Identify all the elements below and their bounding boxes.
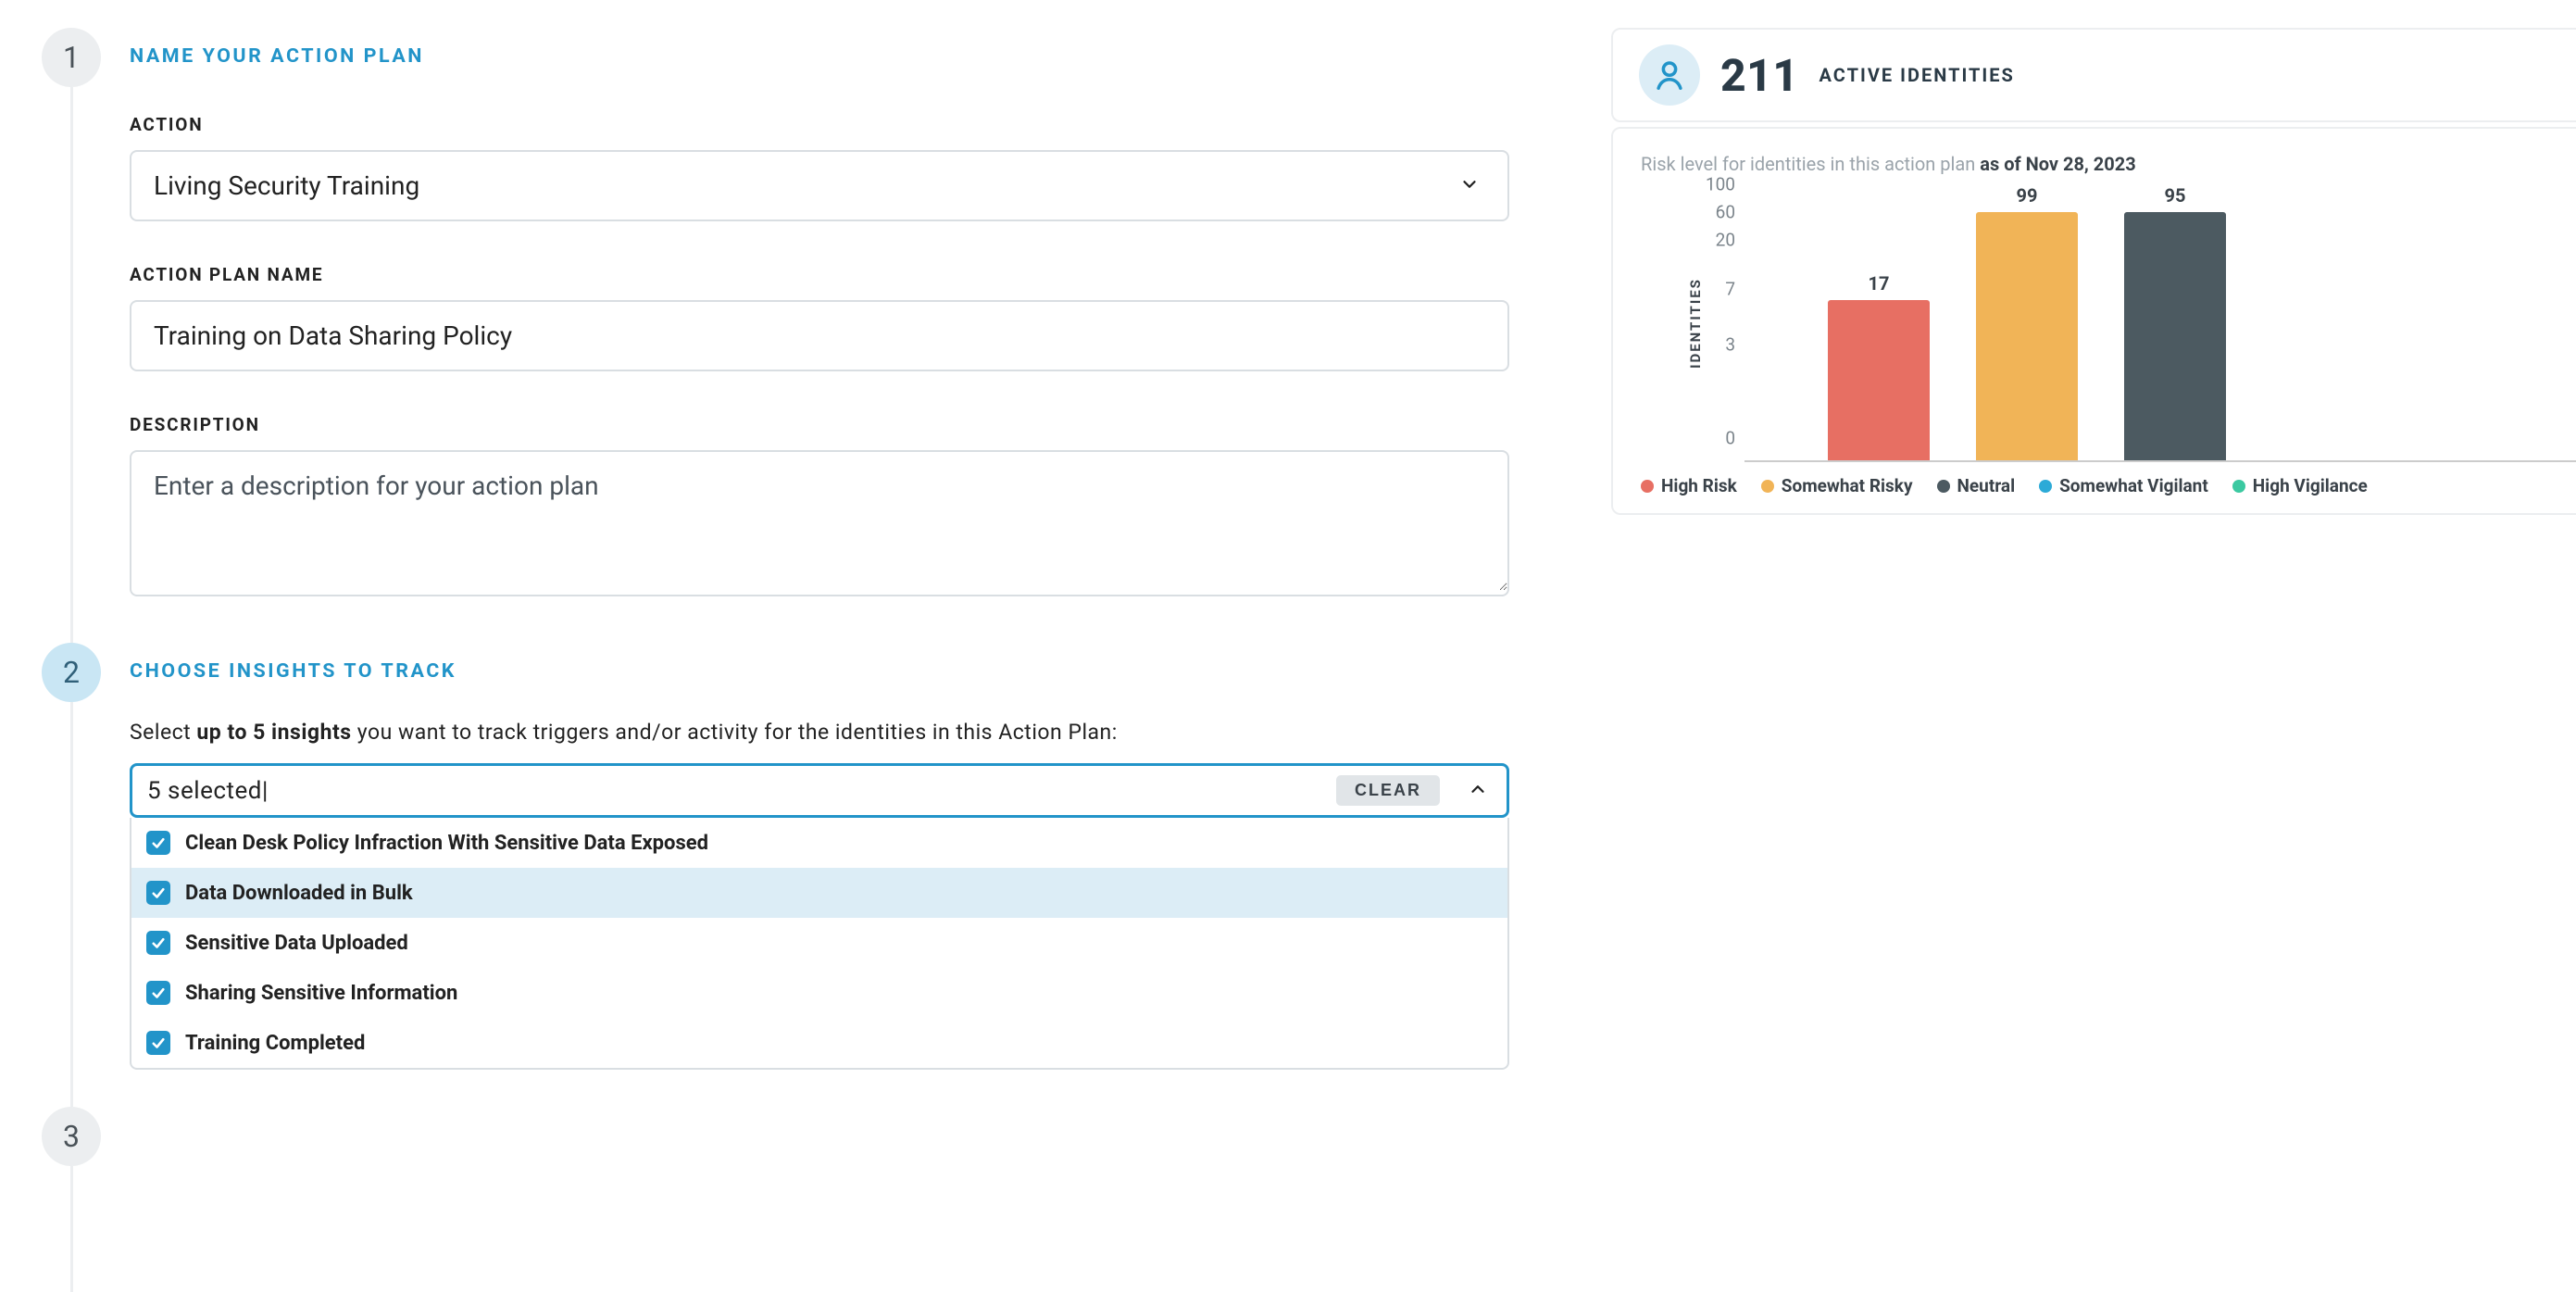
multiselect-value: 5 selected| [144, 777, 1327, 805]
legend-item: High Vigilance [2232, 475, 2368, 496]
user-icon [1639, 44, 1700, 106]
dropdown-item-label: Training Completed [185, 1032, 365, 1055]
insights-instruction: Select up to 5 insights you want to trac… [130, 720, 1509, 745]
bar-value: 17 [1869, 272, 1890, 295]
insights-dropdown: Clean Desk Policy Infraction With Sensit… [130, 818, 1509, 1070]
step-3: 3 [19, 1107, 1509, 1292]
dropdown-item[interactable]: Training Completed [131, 1018, 1507, 1068]
clear-button[interactable]: CLEAR [1336, 775, 1440, 806]
step-1-title: NAME YOUR ACTION PLAN [130, 28, 1509, 68]
form-column: 1 NAME YOUR ACTION PLAN ACTION Living Se… [19, 28, 1509, 1292]
action-select[interactable]: Living Security Training [130, 150, 1509, 221]
chart-area: IDENTITIES 1006020730 179995 [1641, 184, 2576, 462]
legend-dot-icon [1761, 480, 1774, 493]
dropdown-item[interactable]: Clean Desk Policy Infraction With Sensit… [131, 818, 1507, 868]
legend-item: Neutral [1937, 475, 2016, 496]
dropdown-item[interactable]: Sharing Sensitive Information [131, 968, 1507, 1018]
step-2: 2 CHOOSE INSIGHTS TO TRACK Select up to … [19, 643, 1509, 1107]
bar-slot: 99 [1976, 184, 2078, 460]
y-tick: 0 [1725, 428, 1735, 449]
bar [2124, 212, 2226, 460]
step-badge-1: 1 [42, 28, 101, 87]
dropdown-item-label: Sharing Sensitive Information [185, 982, 457, 1005]
legend-item: High Risk [1641, 475, 1737, 496]
legend-label: Neutral [1957, 475, 2016, 496]
legend-item: Somewhat Risky [1761, 475, 1913, 496]
legend-dot-icon [2039, 480, 2052, 493]
step-1: 1 NAME YOUR ACTION PLAN ACTION Living Se… [19, 28, 1509, 643]
y-tick: 3 [1725, 333, 1735, 355]
action-label: ACTION [130, 114, 1509, 135]
plan-name-input-wrap[interactable] [130, 300, 1509, 371]
dropdown-item[interactable]: Data Downloaded in Bulk [131, 868, 1507, 918]
plan-name-input[interactable] [131, 302, 1507, 370]
action-select-input[interactable]: Living Security Training [131, 152, 1507, 220]
legend-label: High Vigilance [2253, 475, 2368, 496]
identity-label: ACTIVE IDENTITIES [1819, 64, 2015, 86]
active-identities-card: 211 ACTIVE IDENTITIES [1611, 28, 2576, 122]
checkbox-icon[interactable] [146, 931, 170, 955]
y-tick: 100 [1706, 174, 1735, 195]
summary-column: 211 ACTIVE IDENTITIES Risk level for ide… [1611, 28, 2576, 1292]
chart-subtitle: Risk level for identities in this action… [1641, 153, 2576, 175]
legend-dot-icon [2232, 480, 2245, 493]
legend-label: Somewhat Vigilant [2059, 475, 2208, 496]
dropdown-item-label: Clean Desk Policy Infraction With Sensit… [185, 832, 708, 855]
dropdown-item[interactable]: Sensitive Data Uploaded [131, 918, 1507, 968]
insights-multiselect[interactable]: 5 selected| CLEAR [130, 763, 1509, 818]
description-wrap[interactable] [130, 450, 1509, 596]
identity-count: 211 [1720, 49, 1799, 102]
legend-dot-icon [1937, 480, 1950, 493]
y-ticks: 1006020730 [1680, 184, 1735, 460]
step-2-title: CHOOSE INSIGHTS TO TRACK [130, 643, 1509, 683]
bar-slot: 95 [2124, 184, 2226, 460]
chevron-up-icon[interactable] [1468, 779, 1488, 803]
bar [1828, 300, 1930, 460]
legend-label: Somewhat Risky [1782, 475, 1913, 496]
checkbox-icon[interactable] [146, 881, 170, 905]
chart-legend: High Risk Somewhat Risky Neutral Somewhat V… [1641, 475, 2576, 496]
description-input[interactable] [131, 452, 1507, 591]
step-connector [70, 87, 73, 643]
legend-dot-icon [1641, 480, 1654, 493]
risk-chart-card: Risk level for identities in this action… [1611, 127, 2576, 515]
bar [1976, 212, 2078, 460]
chart-bars: 17 99 95 [1744, 184, 2576, 460]
y-tick: 60 [1716, 201, 1735, 222]
legend-item: Somewhat Vigilant [2039, 475, 2208, 496]
dropdown-item-label: Sensitive Data Uploaded [185, 932, 408, 955]
checkbox-icon[interactable] [146, 1031, 170, 1055]
chart-plot: 1006020730 179995 [1744, 184, 2576, 462]
y-tick: 7 [1725, 279, 1735, 300]
checkbox-icon[interactable] [146, 981, 170, 1005]
legend-label: High Risk [1661, 475, 1737, 496]
step-connector [70, 1166, 73, 1292]
bar-value: 95 [2165, 184, 2186, 207]
bar-slot: 17 [1828, 184, 1930, 460]
plan-name-label: ACTION PLAN NAME [130, 264, 1509, 285]
checkbox-icon[interactable] [146, 831, 170, 855]
bar-value: 99 [2017, 184, 2038, 207]
dropdown-item-label: Data Downloaded in Bulk [185, 882, 413, 905]
description-label: DESCRIPTION [130, 414, 1509, 435]
step-connector [70, 702, 73, 1107]
y-tick: 20 [1716, 229, 1735, 250]
step-badge-3: 3 [42, 1107, 101, 1166]
step-badge-2: 2 [42, 643, 101, 702]
